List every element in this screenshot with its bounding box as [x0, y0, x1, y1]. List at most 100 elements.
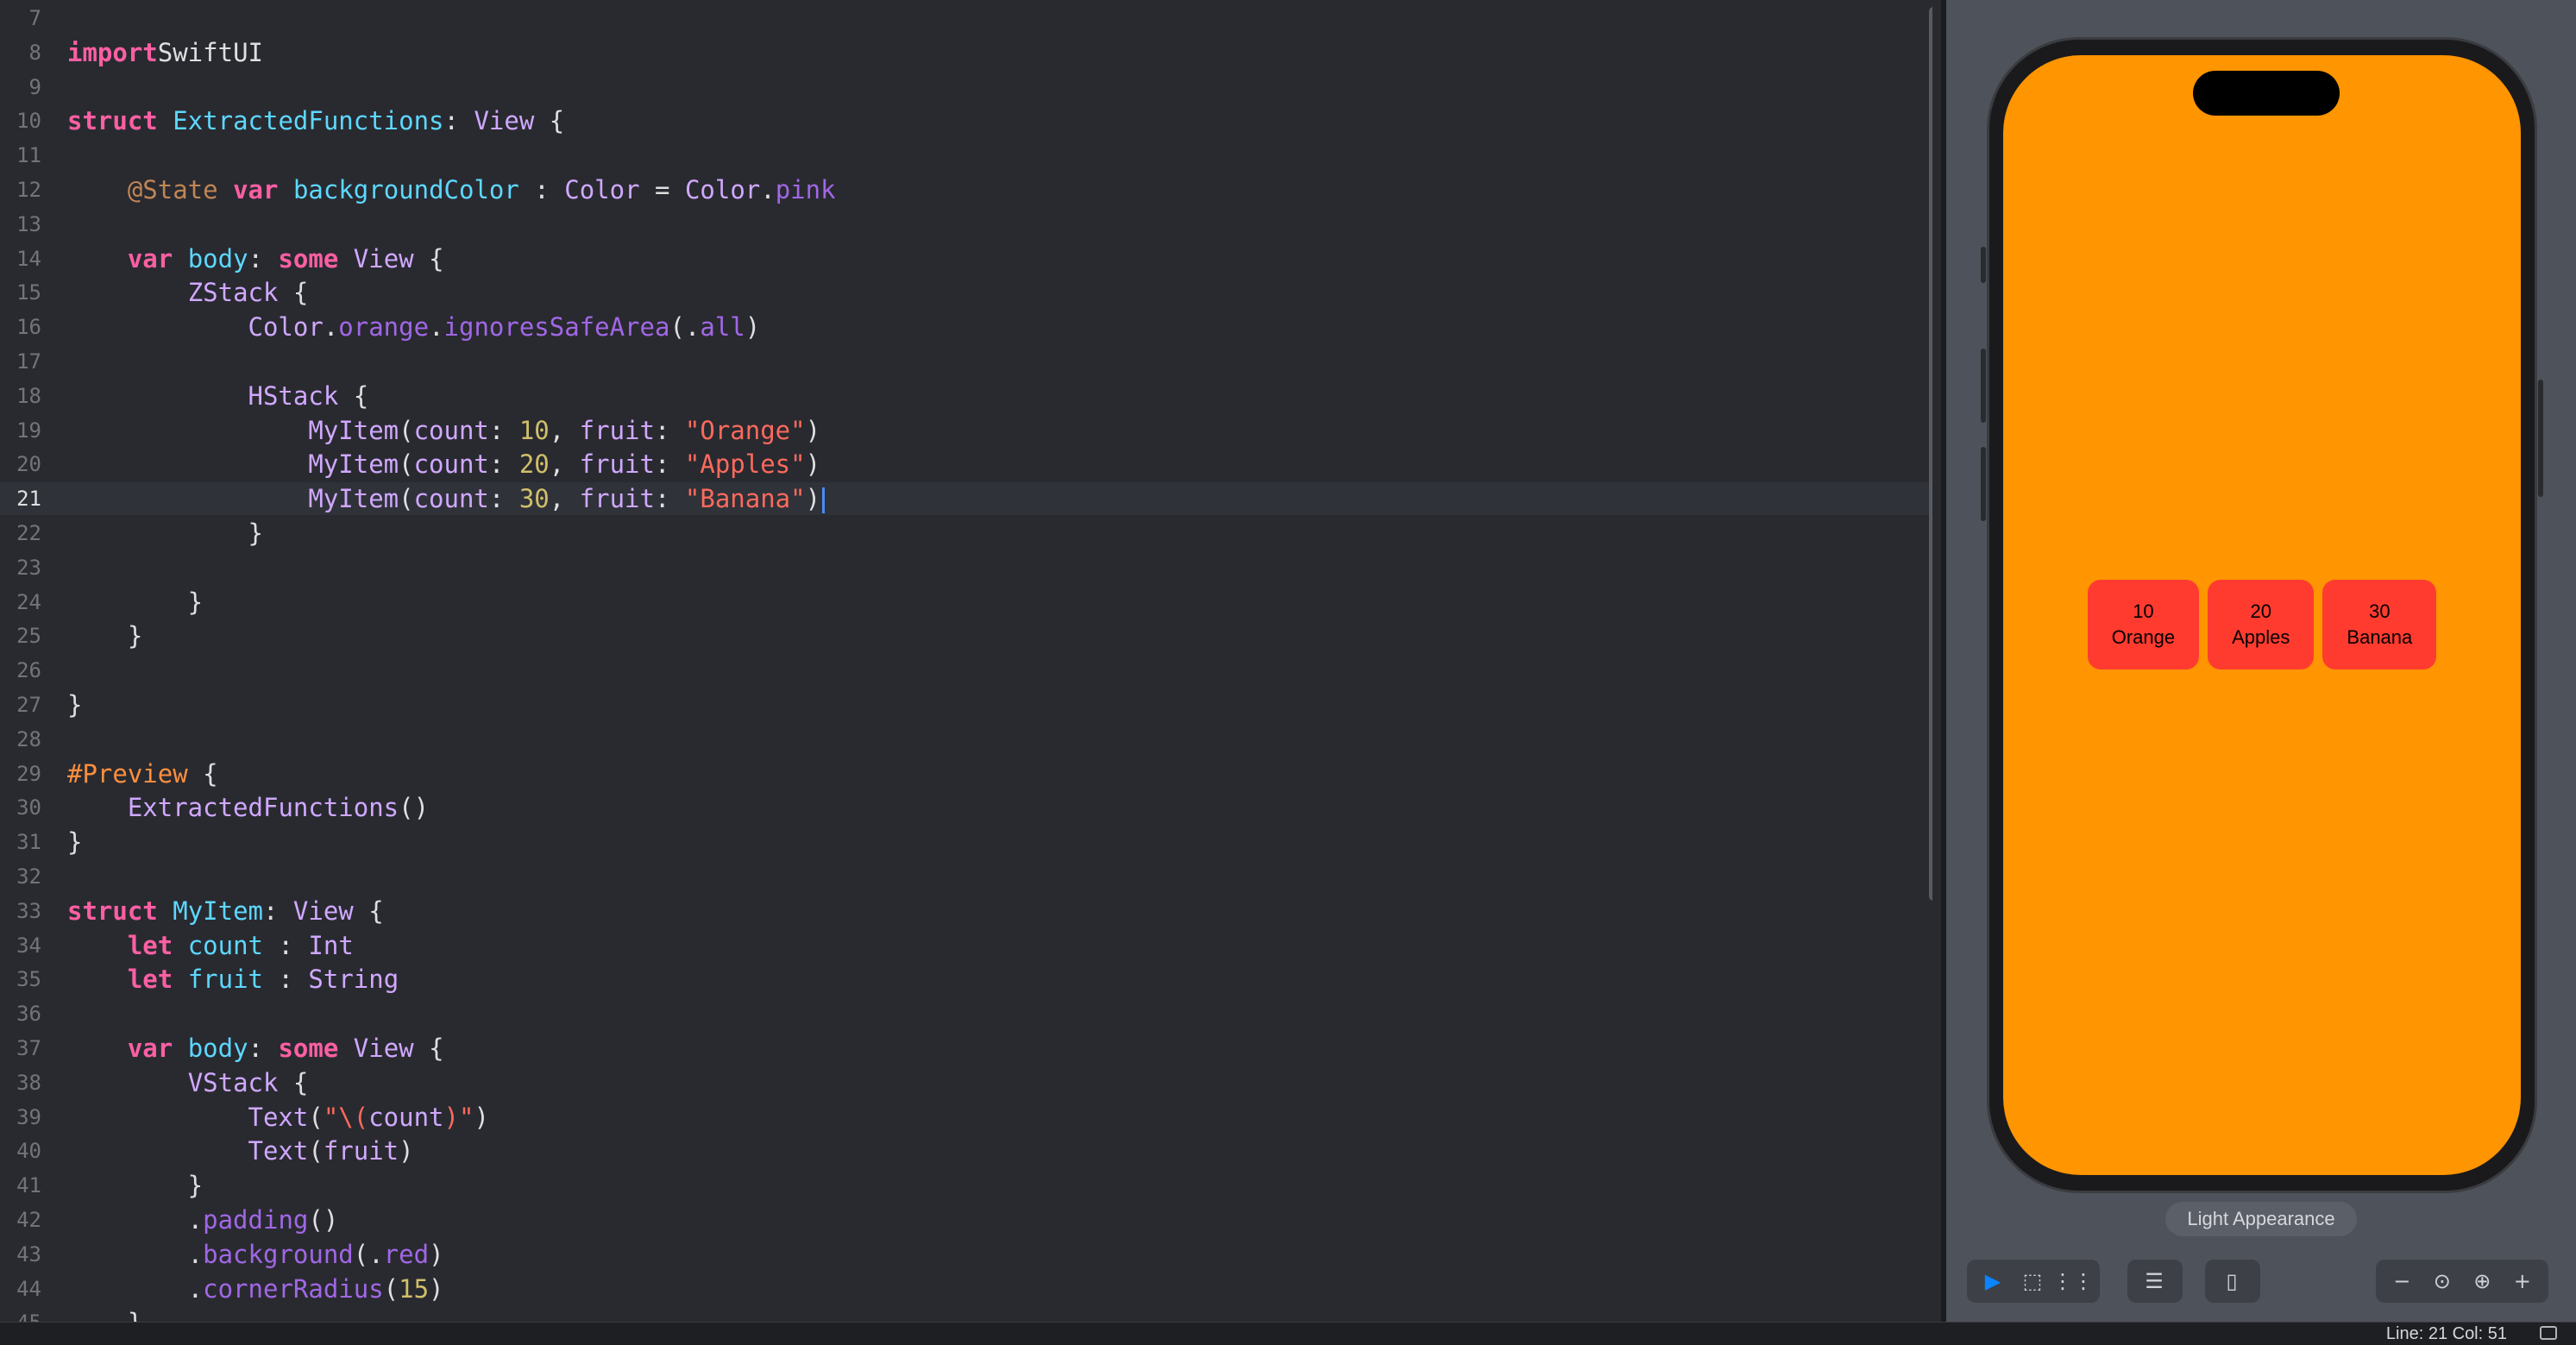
code-text[interactable]: .cornerRadius(15): [67, 1273, 444, 1305]
code-line[interactable]: 16 Color.orange.ignoresSafeArea(.all): [0, 311, 1932, 343]
code-line[interactable]: 45 }: [0, 1306, 1932, 1322]
code-text[interactable]: }: [67, 688, 82, 721]
code-token: {: [278, 278, 309, 308]
code-line[interactable]: 27}: [0, 688, 1932, 721]
code-text[interactable]: Text(fruit): [67, 1134, 414, 1167]
code-text[interactable]: }: [67, 517, 263, 550]
code-line[interactable]: 43 .background(.red): [0, 1238, 1932, 1271]
code-token: :: [654, 449, 685, 480]
code-text[interactable]: VStack {: [67, 1066, 309, 1099]
code-text[interactable]: var body: some View {: [67, 1032, 444, 1065]
code-line[interactable]: 10 struct ExtractedFunctions: View {: [0, 104, 1932, 137]
code-text[interactable]: struct ExtractedFunctions: View {: [67, 104, 564, 137]
line-number: 36: [16, 1002, 41, 1027]
code-line[interactable]: 17: [0, 345, 1932, 378]
code-line[interactable]: 29 #Preview {: [0, 757, 1932, 790]
code-line[interactable]: 39 Text("\(count)"): [0, 1101, 1932, 1134]
code-text[interactable]: ZStack {: [67, 276, 309, 309]
code-text[interactable]: MyItem(count: 10, fruit: "Orange"): [67, 414, 820, 447]
code-line[interactable]: 14 var body: some View {: [0, 242, 1932, 275]
code-line[interactable]: 26: [0, 654, 1932, 687]
code-line[interactable]: 15 ZStack {: [0, 276, 1932, 309]
code-token: View: [292, 896, 354, 926]
code-text[interactable]: Text("\(count)"): [67, 1101, 489, 1134]
play-icon[interactable]: ▶: [1977, 1265, 2008, 1298]
code-line[interactable]: 20 MyItem(count: 20, fruit: "Apples"): [0, 448, 1932, 481]
code-text[interactable]: importSwiftUI: [67, 36, 263, 69]
line-number: 31: [16, 830, 41, 855]
code-line[interactable]: 30 ExtractedFunctions(): [0, 791, 1932, 824]
code-line[interactable]: 42 .padding(): [0, 1204, 1932, 1236]
code-line[interactable]: 33 struct MyItem: View {: [0, 895, 1932, 927]
code-line[interactable]: 19 MyItem(count: 10, fruit: "Orange"): [0, 414, 1932, 447]
code-token: (): [399, 793, 430, 823]
code-line[interactable]: 37 var body: some View {: [0, 1032, 1932, 1065]
code-text[interactable]: let count : Int: [67, 929, 354, 962]
code-line[interactable]: 11: [0, 139, 1932, 172]
code-line[interactable]: 12 @State var backgroundColor : Color = …: [0, 173, 1932, 206]
code-line[interactable]: 8 importSwiftUI: [0, 36, 1932, 69]
phone-screen[interactable]: 10 Orange 20 Apples 30 Banana: [2003, 55, 2521, 1175]
code-line[interactable]: 41 }: [0, 1169, 1932, 1202]
code-line[interactable]: 23: [0, 551, 1932, 584]
code-text[interactable]: MyItem(count: 30, fruit: "Banana"): [67, 482, 826, 515]
code-line[interactable]: 9: [0, 71, 1932, 104]
appearance-label[interactable]: Light Appearance: [2165, 1202, 2357, 1236]
code-text[interactable]: var body: some View {: [67, 242, 444, 275]
code-text[interactable]: .padding(): [67, 1204, 339, 1236]
code-line[interactable]: 38 VStack {: [0, 1066, 1932, 1099]
settings-toggle-icon[interactable]: ☰: [2138, 1265, 2171, 1298]
zoom-to-fit-icon[interactable]: ⊙: [2427, 1265, 2459, 1298]
device-icon[interactable]: ▯: [2215, 1265, 2248, 1298]
code-line[interactable]: 32: [0, 860, 1932, 893]
code-line[interactable]: 44 .cornerRadius(15): [0, 1273, 1932, 1305]
selectable-cursor-icon[interactable]: ⬚: [2017, 1265, 2048, 1298]
code-text[interactable]: @State var backgroundColor : Color = Col…: [67, 173, 836, 206]
code-line[interactable]: 22 }: [0, 517, 1932, 550]
editor-scrollbar[interactable]: [1929, 7, 1932, 901]
code-line[interactable]: 36: [0, 997, 1932, 1030]
code-line[interactable]: 35 let fruit : String: [0, 963, 1932, 996]
cursor-position: Line: 21 Col: 51: [2385, 1324, 2507, 1343]
code-token: :: [488, 449, 519, 480]
code-token: SwiftUI: [157, 37, 263, 67]
code-line[interactable]: 25 }: [0, 619, 1932, 652]
line-number: 44: [16, 1276, 41, 1301]
code-editor[interactable]: 7 8 importSwiftUI 9 10 struct ExtractedFuncti…: [0, 0, 1932, 1322]
code-text[interactable]: let fruit : String: [67, 963, 399, 996]
line-number: 32: [16, 864, 41, 889]
code-text[interactable]: ExtractedFunctions(): [67, 791, 429, 824]
code-text[interactable]: }: [67, 586, 203, 619]
code-token: View: [353, 1034, 414, 1063]
code-line[interactable]: 40 Text(fruit): [0, 1134, 1932, 1167]
code-line[interactable]: 24 }: [0, 586, 1932, 619]
code-line[interactable]: 7: [0, 2, 1932, 35]
zoom-actual-icon[interactable]: ⊕: [2466, 1265, 2498, 1298]
code-line[interactable]: 21 MyItem(count: 30, fruit: "Banana"): [0, 482, 1932, 516]
code-line[interactable]: 31}: [0, 826, 1932, 858]
code-text[interactable]: }: [67, 1169, 203, 1202]
code-line[interactable]: 28: [0, 723, 1932, 756]
code-text[interactable]: .background(.red): [67, 1238, 444, 1271]
code-text[interactable]: }: [67, 619, 142, 652]
code-text[interactable]: Color.orange.ignoresSafeArea(.all): [67, 311, 761, 343]
zoom-in-icon[interactable]: +: [2507, 1265, 2539, 1298]
code-line[interactable]: 13: [0, 208, 1932, 241]
code-text[interactable]: #Preview {: [67, 757, 218, 790]
code-text[interactable]: struct MyItem: View {: [67, 895, 384, 927]
code-line[interactable]: 34 let count : Int: [0, 929, 1932, 962]
code-text[interactable]: }: [67, 1306, 142, 1322]
variants-grid-icon[interactable]: ⋮⋮: [2052, 1265, 2094, 1298]
code-text[interactable]: MyItem(count: 20, fruit: "Apples"): [67, 448, 820, 481]
code-text[interactable]: }: [67, 826, 82, 858]
code-text[interactable]: HStack {: [67, 380, 369, 412]
code-line[interactable]: 18 HStack {: [0, 380, 1932, 412]
code-token: ): [429, 1239, 444, 1269]
zoom-out-icon[interactable]: −: [2386, 1265, 2418, 1298]
line-number: 39: [16, 1104, 41, 1129]
panel-toggle-icon[interactable]: [2540, 1326, 2557, 1340]
